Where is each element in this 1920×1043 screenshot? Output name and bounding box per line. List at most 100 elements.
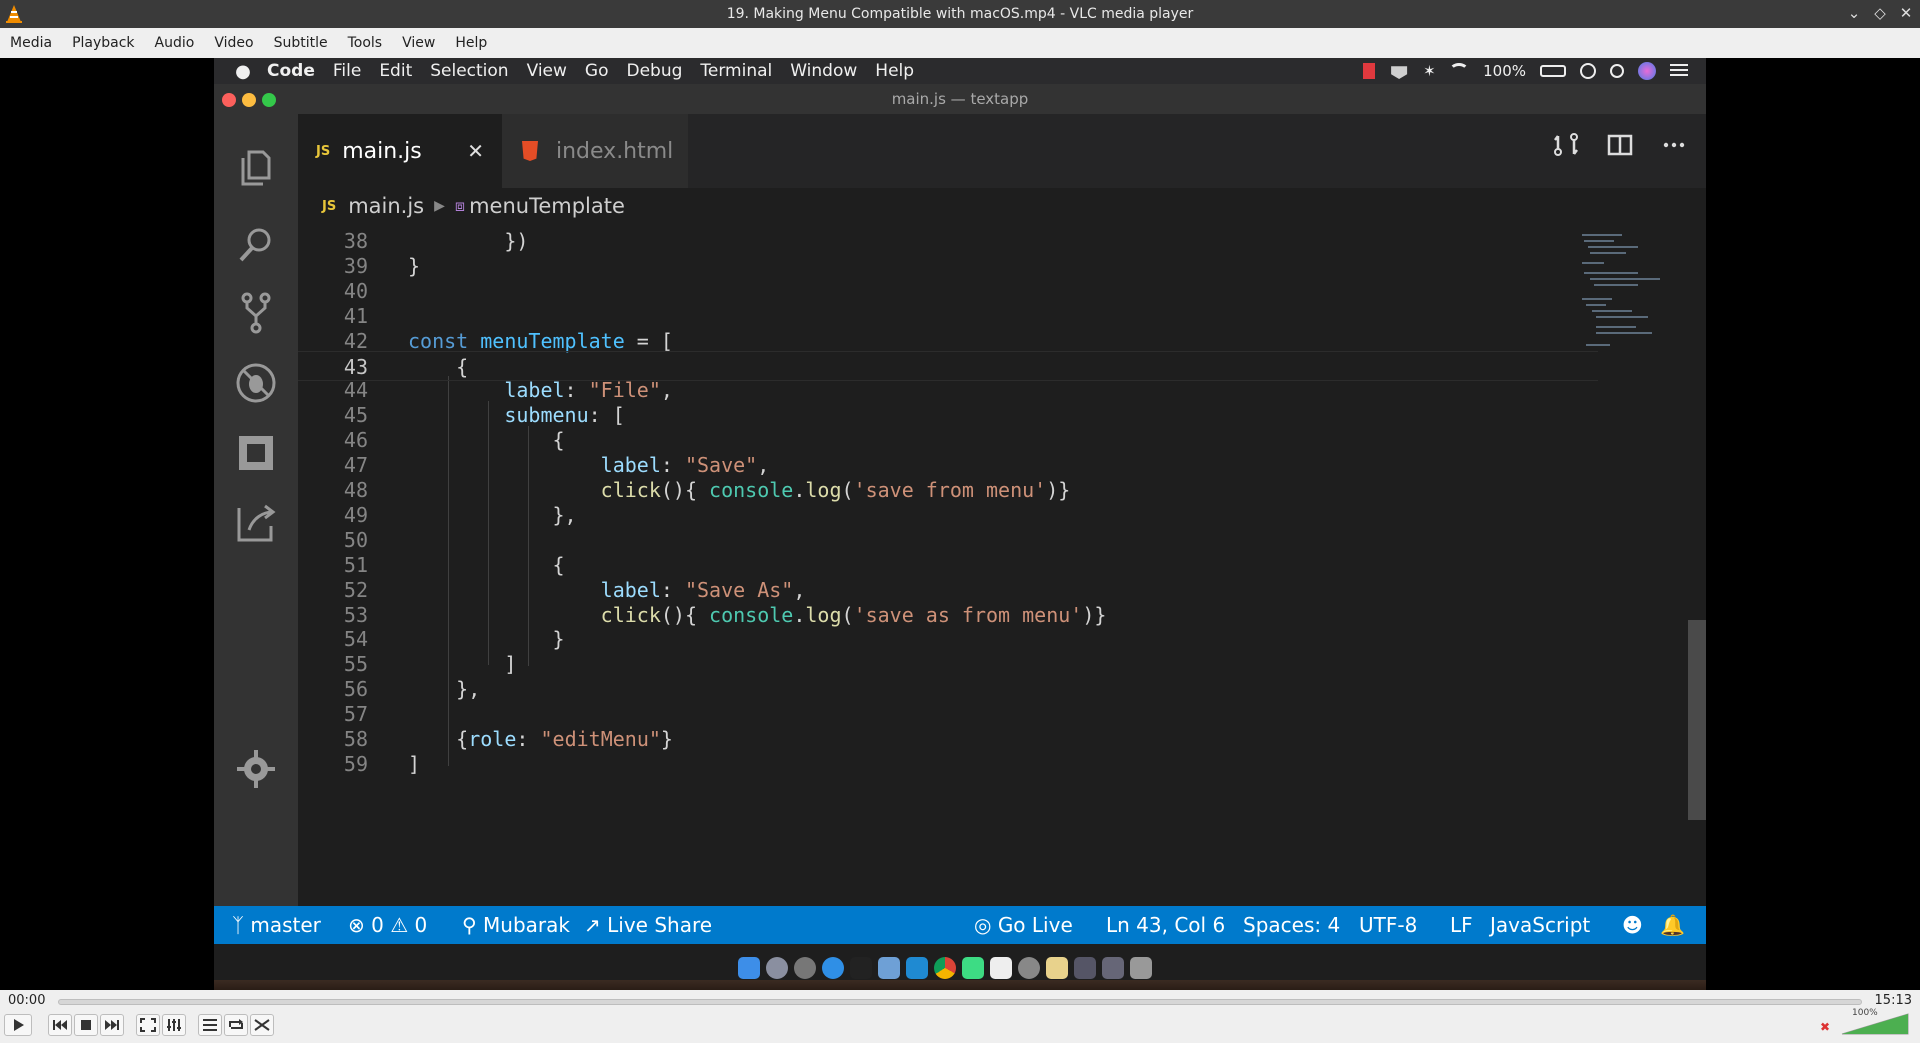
share-icon: ↗ [584, 913, 601, 937]
language-mode[interactable]: JavaScript [1490, 906, 1590, 944]
playlist-button[interactable] [198, 1014, 222, 1036]
menu-playback[interactable]: Playback [62, 35, 144, 51]
battery-percent: 100% [1483, 62, 1526, 80]
vscode-dock-icon [906, 957, 928, 979]
play-button[interactable] [4, 1014, 32, 1036]
fullscreen-button[interactable] [136, 1014, 160, 1036]
loop-icon [229, 1019, 243, 1029]
mac-menu-edit: Edit [379, 61, 413, 81]
code-editor[interactable]: 38 }) 39} 40 41 42 const menuTemplate = [43 {… [298, 224, 1598, 906]
source-control-icon [241, 292, 271, 334]
mac-menu-file: File [332, 61, 362, 81]
cursor-position[interactable]: Ln 43, Col 6 [1106, 906, 1225, 944]
indentation[interactable]: Spaces: 4 [1243, 906, 1340, 944]
tab-index-html[interactable]: index.html [502, 114, 688, 188]
shuffle-button[interactable] [250, 1014, 274, 1036]
window-close-dot-icon [222, 93, 236, 107]
bluetooth-icon: ✶ [1423, 62, 1436, 80]
mac-menu-go: Go [584, 61, 609, 81]
vlc-menubar: Media Playback Audio Video Subtitle Tool… [0, 28, 1920, 58]
notification-icon [1391, 66, 1408, 79]
minimize-icon[interactable]: ⌄ [1846, 3, 1862, 23]
menu-video[interactable]: Video [204, 35, 263, 51]
skip-forward-icon [105, 1020, 119, 1030]
loop-button[interactable] [224, 1014, 248, 1036]
playlist-icon [203, 1019, 217, 1031]
dock-icons [738, 957, 1152, 985]
js-file-icon: JS [322, 198, 337, 214]
minimap[interactable] [1574, 232, 1674, 372]
menu-help[interactable]: Help [445, 35, 497, 51]
vertical-scrollbar[interactable] [1686, 232, 1706, 906]
menu-media[interactable]: Media [0, 35, 62, 51]
breadcrumb-file[interactable]: main.js [348, 194, 424, 218]
menu-audio[interactable]: Audio [145, 35, 205, 51]
close-icon[interactable]: ✕ [1898, 3, 1914, 23]
window-minimize-dot-icon [242, 93, 256, 107]
tab-main-js[interactable]: JS main.js ✕ [298, 114, 502, 188]
menu-subtitle[interactable]: Subtitle [264, 35, 338, 51]
shuffle-icon [254, 1019, 270, 1031]
extensions-icon [239, 436, 273, 470]
split-editor-icon[interactable] [1606, 132, 1634, 158]
encoding[interactable]: UTF-8 [1359, 906, 1417, 944]
clock-icon [1580, 63, 1596, 79]
notifications-bell-icon[interactable]: 🔔 [1660, 906, 1685, 944]
html-file-icon [522, 141, 538, 161]
mac-menu-window: Window [790, 61, 858, 81]
next-button[interactable] [100, 1014, 124, 1036]
trash-icon [1130, 957, 1152, 979]
search-icon [239, 228, 271, 262]
git-branch[interactable]: ᛉ master [232, 906, 321, 944]
extended-settings-button[interactable] [162, 1014, 186, 1036]
go-live-button[interactable]: ◎ Go Live [974, 906, 1073, 944]
mac-menu-view: View [526, 61, 567, 81]
vlc-controls: 00:00 15:13 ✖ 100% [0, 990, 1920, 1043]
window-title: 19. Making Menu Compatible with macOS.mp… [726, 6, 1194, 22]
maximize-icon[interactable]: ◇ [1872, 3, 1888, 23]
terminal-icon [850, 957, 872, 979]
tab-label: index.html [556, 138, 674, 164]
mac-menu-debug: Debug [626, 61, 683, 81]
more-actions-icon[interactable] [1660, 132, 1688, 158]
stack-icon [1102, 957, 1124, 979]
seek-slider[interactable] [58, 999, 1862, 1005]
settings-gear-icon[interactable] [233, 746, 279, 792]
stop-icon [81, 1020, 91, 1030]
window-zoom-dot-icon [262, 93, 276, 107]
live-share-icon [237, 504, 276, 542]
breadcrumb: JS main.js ▶ ⧈ menuTemplate [298, 188, 1706, 224]
feedback-smiley-icon[interactable]: ☻ [1622, 906, 1643, 944]
skip-back-icon [53, 1020, 67, 1030]
problems-indicator[interactable]: ⊗ 0 ⚠ 0 [348, 906, 427, 944]
scrollbar-thumb[interactable] [1688, 620, 1706, 820]
error-icon: ⊗ [348, 913, 365, 937]
downloads-icon [1074, 957, 1096, 979]
debug-icon [236, 363, 276, 403]
android-studio-icon [962, 957, 984, 979]
vscode-window: main.js — textapp JS main.js ✕ index.htm… [214, 84, 1706, 980]
previous-button[interactable] [48, 1014, 72, 1036]
siri-icon [1638, 62, 1656, 80]
volume-slider[interactable] [1840, 1012, 1910, 1036]
line-ending[interactable]: LF [1450, 906, 1473, 944]
editor-window-title: main.js — textapp [214, 84, 1706, 114]
code-line[interactable]: 59] [298, 749, 1598, 779]
close-icon[interactable]: ✕ [467, 139, 484, 163]
stop-button[interactable] [74, 1014, 98, 1036]
video-area[interactable]: ● Code File Edit Selection View Go Debug… [0, 58, 1920, 990]
live-share-button[interactable]: ↗ Live Share [584, 906, 712, 944]
user-account[interactable]: ⚲ Mubarak [462, 906, 570, 944]
warning-icon: ⚠ [390, 913, 409, 937]
battery-icon [1540, 65, 1566, 77]
mac-menu-selection: Selection [430, 61, 509, 81]
breadcrumb-symbol[interactable]: menuTemplate [469, 194, 625, 218]
menu-tools[interactable]: Tools [338, 35, 393, 51]
mac-menu-terminal: Terminal [700, 61, 773, 81]
open-changes-icon[interactable] [1552, 132, 1580, 158]
menu-view[interactable]: View [392, 35, 445, 51]
branch-icon: ᛉ [232, 913, 244, 937]
todo-icon [990, 957, 1012, 979]
mute-icon[interactable]: ✖ [1820, 1020, 1830, 1034]
time-total: 15:13 [1874, 993, 1912, 1008]
